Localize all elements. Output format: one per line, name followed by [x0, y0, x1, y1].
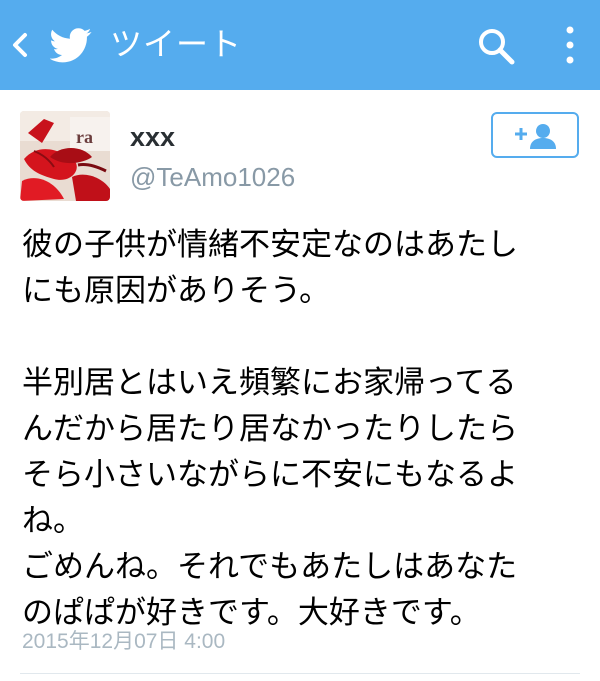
tweet-text-line: [22, 314, 592, 360]
tweet-text-line: 彼の子供が情緒不安定なのはあたし: [22, 227, 518, 263]
tweet-text-line: にも原因がありそう。: [22, 273, 331, 309]
twitter-bird-icon: [50, 28, 92, 63]
add-user-icon: [515, 124, 556, 149]
follow-button[interactable]: [491, 112, 579, 158]
tweet-text-line: そら小さいながらに不安にもなるよ: [22, 457, 518, 493]
svg-text:ra: ra: [76, 127, 93, 147]
author-handle[interactable]: @TeAmo1026: [130, 160, 295, 194]
author-display-name[interactable]: xxx: [130, 120, 175, 154]
tweet-text: 彼の子供が情緒不安定なのはあたし にも原因がありそう。 半別居とはいえ頻繁にお家…: [22, 222, 592, 636]
chevron-left-icon[interactable]: [8, 30, 32, 60]
tweet-timestamp: 2015年12月07日 4:00: [22, 630, 226, 653]
tweet-text-line: ごめんね。それでもあたしはあなた: [22, 549, 518, 585]
tweet-text-line: んだから居たり居なかったりしたら: [22, 411, 518, 447]
page-title: ツイート: [110, 25, 243, 63]
more-vertical-icon[interactable]: [560, 24, 580, 66]
search-icon[interactable]: [476, 26, 516, 66]
top-app-bar: ツイート: [0, 0, 600, 90]
tweet-text-line: ね。: [22, 503, 84, 539]
tweet-text-line: 半別居とはいえ頻繁にお家帰ってる: [22, 365, 517, 401]
avatar[interactable]: ra: [20, 111, 110, 201]
avatar-photo: ra: [20, 111, 110, 201]
divider: [20, 673, 580, 674]
